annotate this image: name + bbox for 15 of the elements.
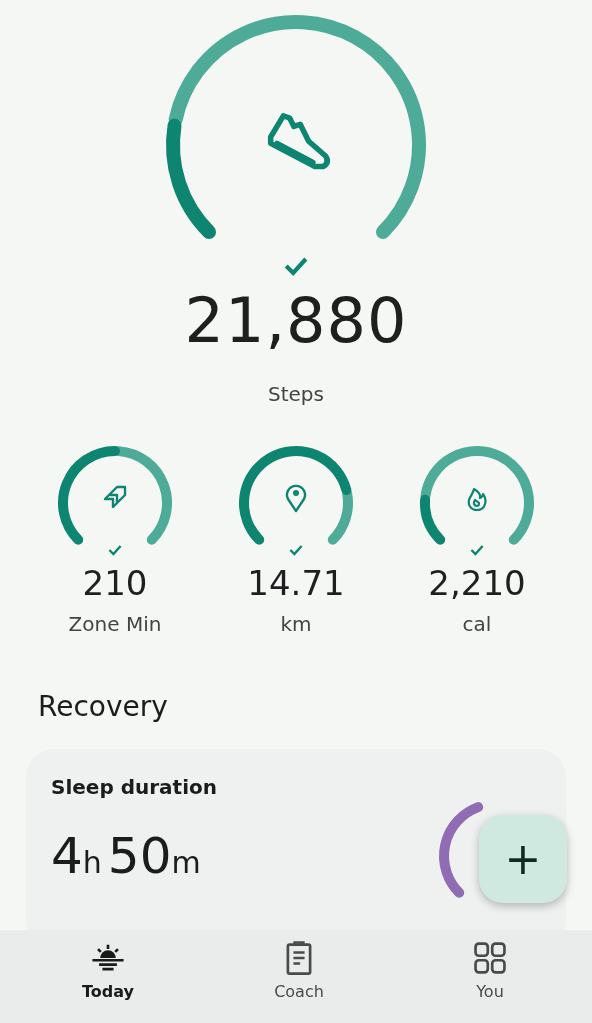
sleep-duration: 4h 50m <box>51 827 202 885</box>
add-button[interactable]: + <box>479 815 567 903</box>
card-title: Sleep duration <box>51 775 217 799</box>
metric-label: km <box>280 612 312 636</box>
step-count: 21,880 <box>184 290 408 352</box>
metric-value: 210 <box>82 566 148 600</box>
nav-tab[interactable]: Today <box>48 930 168 1023</box>
metric-label: Zone Min <box>68 612 162 636</box>
steps-label: Steps <box>268 382 324 406</box>
metric-value: 14.71 <box>247 566 345 600</box>
nav-tab[interactable]: You <box>430 930 550 1023</box>
metric-label: cal <box>462 612 492 636</box>
metric-value: 2,210 <box>428 566 526 600</box>
nav-tab[interactable]: Coach <box>239 930 359 1023</box>
section-heading: Recovery <box>38 690 169 723</box>
